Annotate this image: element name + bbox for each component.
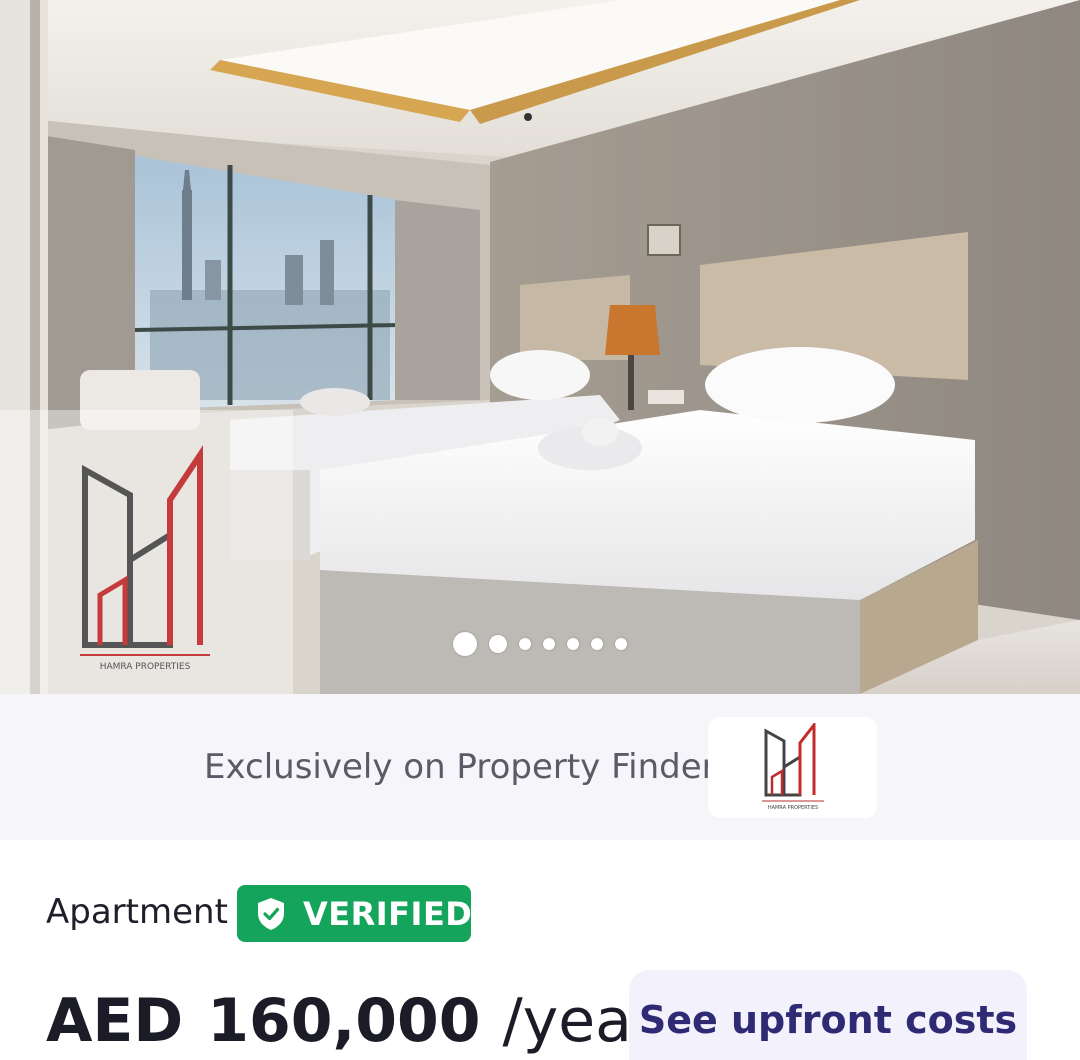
gallery-pagination (0, 631, 1080, 657)
verified-shield-icon (258, 897, 284, 930)
verified-label: VERIFIED (303, 894, 473, 933)
gallery-dot[interactable] (519, 638, 531, 650)
gallery-dot-active[interactable] (453, 632, 477, 656)
photo-gallery[interactable]: HAMRA PROPERTIES (0, 0, 1080, 694)
hamra-logo: HAMRA PROPERTIES (762, 723, 824, 811)
listing-info: Apartment VERIFIED AED 160,000/year See u… (0, 840, 1080, 1060)
gallery-dot[interactable] (615, 638, 627, 650)
see-upfront-costs-button[interactable]: See upfront costs (629, 970, 1027, 1060)
gallery-dot[interactable] (591, 638, 603, 650)
agency-logo-text: HAMRA PROPERTIES (768, 805, 818, 811)
property-listing-page: HAMRA PROPERTIES Exclusively on Property… (0, 0, 1080, 1060)
price-amount: 160,000 (207, 986, 481, 1056)
watermark-text: HAMRA PROPERTIES (100, 662, 191, 672)
gallery-dot[interactable] (567, 638, 579, 650)
exclusive-banner: Exclusively on Property Finder HAMRA PRO… (0, 694, 1080, 840)
price-currency: AED (46, 986, 184, 1056)
property-type: Apartment (46, 892, 228, 932)
price: AED 160,000/year (46, 986, 657, 1056)
agency-logo[interactable]: HAMRA PROPERTIES (708, 717, 877, 818)
gallery-dot[interactable] (489, 635, 507, 653)
verified-badge[interactable]: VERIFIED (237, 885, 473, 942)
gallery-dot[interactable] (543, 638, 555, 650)
